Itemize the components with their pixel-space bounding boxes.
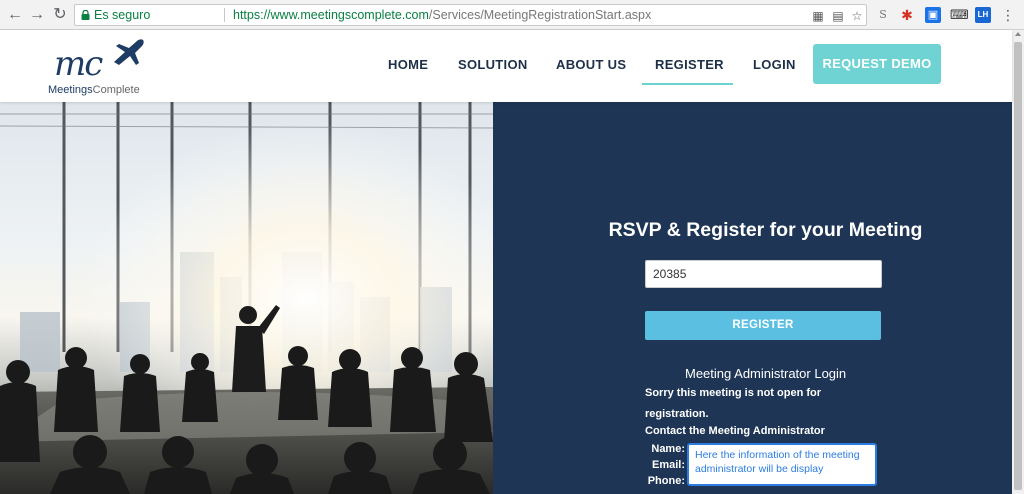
meeting-room-image bbox=[0, 102, 493, 494]
hero-photo bbox=[0, 102, 493, 494]
airplane-icon bbox=[114, 39, 144, 65]
extension-window-icon[interactable]: ▣ bbox=[925, 7, 941, 23]
closed-message: Sorry this meeting is not open for regis… bbox=[645, 387, 822, 420]
extension-lh-icon[interactable]: LH bbox=[975, 7, 991, 23]
contact-heading: Contact the Meeting Administrator bbox=[645, 425, 825, 437]
url-host: https://www.meetingscomplete.com bbox=[233, 8, 429, 22]
extension-snowflake-icon[interactable]: ✱ bbox=[899, 7, 915, 23]
phone-label: Phone: bbox=[647, 475, 685, 487]
admin-info-tooltip: Here the information of the meeting admi… bbox=[687, 443, 877, 486]
nav-home[interactable]: HOME bbox=[388, 57, 428, 72]
address-bar[interactable]: Es seguro https://www.meetingscomplete.c… bbox=[74, 4, 867, 26]
lock-icon bbox=[81, 10, 90, 20]
reload-icon[interactable]: ↻ bbox=[51, 6, 69, 24]
blocked-popup-icon[interactable]: ▦ bbox=[811, 9, 825, 23]
page-scrollbar[interactable] bbox=[1012, 30, 1024, 494]
back-arrow-icon[interactable]: ← bbox=[6, 6, 24, 24]
browser-toolbar: ← → ↻ Es seguro https://www.meetingscomp… bbox=[0, 0, 1024, 30]
extension-s-icon[interactable]: S bbox=[875, 7, 891, 23]
admin-login-link[interactable]: Meeting Administrator Login bbox=[685, 366, 846, 381]
logo-wordmark: MeetingsComplete bbox=[48, 84, 140, 96]
name-label: Name: bbox=[651, 443, 685, 455]
request-demo-button[interactable]: REQUEST DEMO bbox=[813, 44, 941, 84]
nav-login[interactable]: LOGIN bbox=[753, 57, 796, 72]
secure-label: Es seguro bbox=[94, 8, 151, 22]
registration-panel: RSVP & Register for your Meeting REGISTE… bbox=[493, 102, 1012, 494]
nav-solution[interactable]: SOLUTION bbox=[458, 57, 528, 72]
register-button[interactable]: REGISTER bbox=[645, 311, 881, 340]
page-title: RSVP & Register for your Meeting bbox=[608, 219, 923, 241]
email-label: Email: bbox=[651, 459, 685, 471]
meeting-code-input[interactable] bbox=[645, 260, 882, 288]
site-header: mc MeetingsComplete HOME SOLUTION ABOUT … bbox=[0, 30, 1012, 102]
extension-keyboard-icon[interactable]: ⌨ bbox=[950, 7, 969, 23]
nav-about-us[interactable]: ABOUT US bbox=[556, 57, 626, 72]
logo-mark: mc bbox=[54, 44, 103, 84]
nav-active-indicator bbox=[642, 83, 733, 85]
bookmark-star-icon[interactable]: ☆ bbox=[850, 9, 864, 23]
more-vert-icon[interactable]: ⋮ bbox=[1000, 7, 1016, 23]
meetingscomplete-logo[interactable]: mc MeetingsComplete bbox=[48, 36, 158, 100]
forward-arrow-icon[interactable]: → bbox=[28, 6, 46, 24]
url-text: https://www.meetingscomplete.com/Service… bbox=[233, 5, 651, 25]
scrollbar-thumb[interactable] bbox=[1014, 42, 1022, 490]
scroll-up-arrow-icon[interactable] bbox=[1015, 32, 1021, 36]
translate-icon[interactable]: ▤ bbox=[831, 9, 845, 23]
address-separator bbox=[224, 8, 225, 22]
url-path: /Services/MeetingRegistrationStart.aspx bbox=[428, 8, 652, 22]
nav-register[interactable]: REGISTER bbox=[655, 57, 724, 72]
